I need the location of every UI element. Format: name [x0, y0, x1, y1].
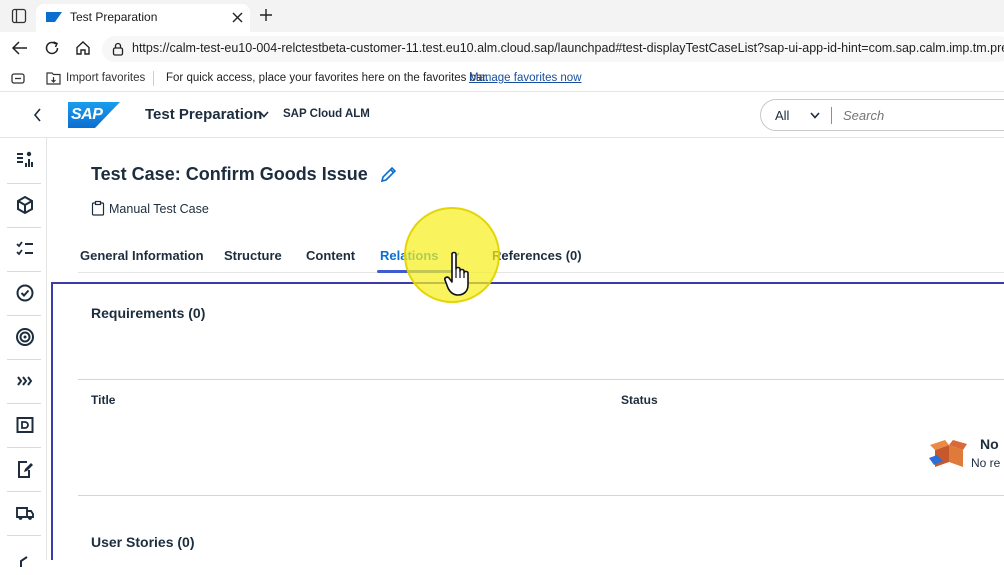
import-favorites-link[interactable]: Import favorites — [66, 72, 145, 84]
nav-transport[interactable] — [7, 495, 43, 531]
reading-list-icon[interactable] — [11, 73, 25, 84]
tab-strip-divider — [78, 272, 1004, 273]
nav-edit[interactable] — [7, 451, 43, 487]
lock-icon[interactable] — [112, 42, 124, 56]
tab-structure[interactable]: Structure — [224, 248, 282, 263]
empty-box-icon — [929, 440, 967, 467]
nav-separator — [7, 227, 41, 228]
favorites-hint: For quick access, place your favorites h… — [166, 72, 489, 84]
nav-separator — [7, 315, 41, 316]
app-title[interactable]: Test Preparation — [145, 106, 262, 123]
search-scope-chevron-icon[interactable] — [810, 112, 820, 119]
import-favorites-icon[interactable] — [46, 71, 61, 85]
relations-section — [51, 282, 1004, 560]
cube-icon — [17, 195, 33, 215]
side-navigation — [0, 138, 47, 567]
nav-separator — [7, 183, 41, 184]
page-subtitle: Manual Test Case — [109, 202, 209, 216]
search-input[interactable] — [843, 106, 1003, 125]
nav-separator — [7, 271, 41, 272]
browser-tab-bar: Test Preparation — [0, 0, 1004, 32]
empty-state-text: No re — [971, 456, 1001, 470]
manage-favorites-link[interactable]: Manage favorites now — [469, 72, 582, 84]
collapse-nav-icon[interactable] — [33, 108, 42, 122]
column-header-status[interactable]: Status — [621, 393, 658, 407]
nav-analytics[interactable] — [7, 142, 43, 178]
truck-icon — [16, 507, 34, 520]
product-name: SAP Cloud ALM — [283, 108, 370, 120]
requirements-title: Requirements (0) — [91, 305, 206, 321]
edit-title-icon[interactable] — [380, 166, 397, 183]
more-nav-icon — [20, 556, 28, 567]
empty-state-title: No — [980, 436, 999, 452]
sap-logo-text: SAP — [71, 106, 103, 123]
nav-separator — [7, 403, 41, 404]
column-header-title[interactable]: Title — [91, 393, 115, 407]
hand-cursor-icon — [444, 251, 469, 296]
document-edit-icon — [18, 461, 33, 478]
nav-quality[interactable] — [7, 275, 43, 311]
search-scope-select[interactable]: All — [775, 108, 789, 123]
checklist-icon — [16, 241, 33, 256]
nav-packages[interactable] — [7, 187, 43, 223]
nav-separator — [7, 535, 41, 536]
requirements-table-bottom-border — [78, 495, 1004, 496]
user-stories-title: User Stories (0) — [91, 534, 195, 550]
analytics-icon — [17, 151, 33, 167]
nav-separator — [7, 359, 41, 360]
nav-process[interactable] — [7, 363, 43, 399]
nav-deploy[interactable] — [7, 407, 43, 443]
page-title: Test Case: Confirm Goods Issue — [91, 164, 368, 184]
search-field[interactable]: All — [760, 99, 1004, 131]
tab-general-information[interactable]: General Information — [80, 248, 204, 263]
sap-favicon — [46, 12, 62, 22]
requirements-table-top-border — [78, 379, 1004, 380]
chevrons-right-icon — [17, 376, 33, 386]
badge-check-icon — [16, 284, 34, 302]
nav-goals[interactable] — [7, 319, 43, 355]
target-icon — [16, 328, 34, 346]
clipboard-icon — [91, 200, 105, 216]
frame-icon — [16, 417, 34, 433]
nav-more[interactable] — [7, 539, 43, 575]
app-title-chevron-icon[interactable] — [259, 111, 269, 118]
tab-title: Test Preparation — [70, 10, 158, 24]
reload-icon[interactable] — [44, 40, 60, 56]
address-bar[interactable]: https://calm-test-eu10-004-relctestbeta-… — [102, 36, 1004, 62]
nav-tasks[interactable] — [7, 231, 43, 267]
favorites-bar: Import favorites For quick access, place… — [0, 66, 1004, 92]
close-tab-icon[interactable] — [232, 12, 243, 23]
nav-separator — [7, 447, 41, 448]
sap-logo[interactable]: SAP — [68, 102, 120, 128]
favorites-divider — [153, 71, 154, 86]
search-divider — [831, 107, 832, 124]
nav-separator — [7, 491, 41, 492]
url-text: https://calm-test-eu10-004-relctestbeta-… — [132, 41, 1004, 55]
browser-tab[interactable]: Test Preparation — [36, 4, 250, 32]
back-icon[interactable] — [11, 40, 28, 56]
home-icon[interactable] — [75, 40, 91, 56]
tab-references[interactable]: References (0) — [492, 248, 582, 263]
sidebar-toggle-icon[interactable] — [11, 8, 27, 24]
tab-content[interactable]: Content — [306, 248, 355, 263]
new-tab-icon[interactable] — [259, 8, 273, 22]
